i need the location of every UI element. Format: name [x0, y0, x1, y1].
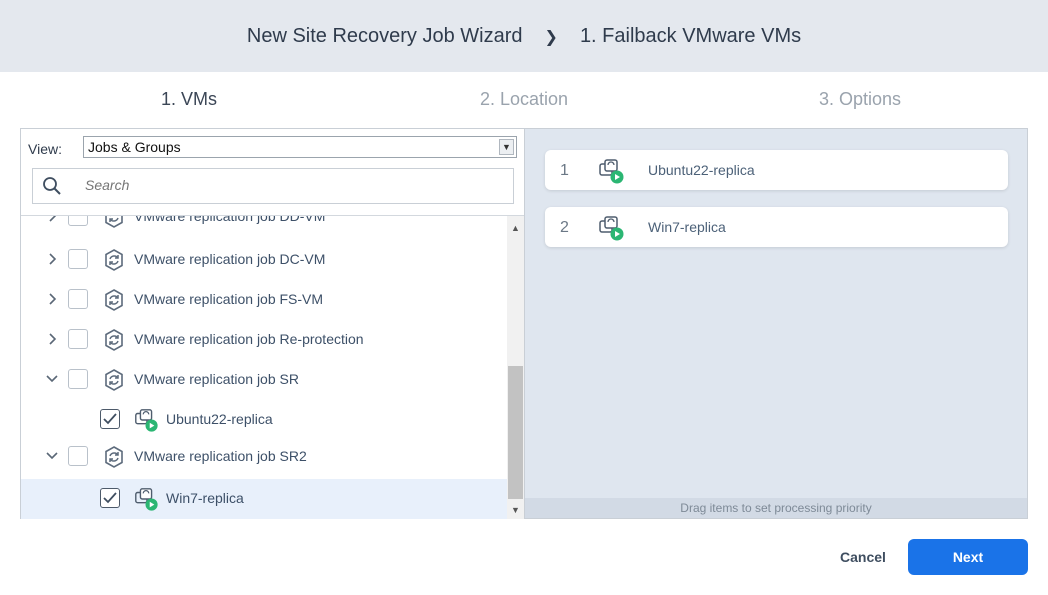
job-tree: VMware replication job DD-VM VMware repl…: [21, 216, 507, 519]
replication-job-icon: [105, 329, 123, 351]
checkbox[interactable]: [68, 446, 88, 466]
selected-vm-label: Win7-replica: [648, 219, 726, 235]
checkbox[interactable]: [68, 369, 88, 389]
scroll-down-icon[interactable]: ▼: [507, 502, 524, 519]
checkmark-icon: [103, 413, 117, 425]
selected-vms-panel: 1 Ubuntu22-replica 2 Win7-replica Drag i…: [524, 128, 1028, 519]
wizard-title: New Site Recovery Job Wizard: [246, 24, 523, 47]
cancel-button[interactable]: Cancel: [826, 539, 900, 575]
tree-row-label: VMware replication job DD-VM: [134, 216, 326, 224]
priority-number: 2: [560, 219, 569, 236]
tree-scrollbar[interactable]: ▲ ▼: [507, 216, 524, 519]
tree-row-label: VMware replication job SR2: [134, 448, 307, 464]
checkbox-checked[interactable]: [100, 409, 120, 429]
tree-row-label: Ubuntu22-replica: [166, 411, 273, 427]
vm-replica-icon: [599, 159, 624, 184]
vm-replica-icon: [135, 409, 158, 432]
chevron-right-icon[interactable]: [46, 216, 60, 223]
replication-job-icon: [105, 289, 123, 311]
checkbox[interactable]: [68, 249, 88, 269]
selected-vm-card[interactable]: 1 Ubuntu22-replica: [545, 150, 1008, 190]
replication-job-icon: [105, 446, 123, 468]
drag-hint: Drag items to set processing priority: [525, 498, 1027, 518]
checkmark-icon: [103, 492, 117, 504]
vm-replica-icon: [599, 216, 624, 241]
tree-row-job[interactable]: VMware replication job Re-protection: [21, 320, 507, 358]
chevron-down-icon[interactable]: [45, 449, 59, 463]
tree-row-vm[interactable]: Ubuntu22-replica: [21, 400, 507, 438]
step-location[interactable]: 2. Location: [480, 89, 568, 110]
tree-row-job[interactable]: VMware replication job DD-VM: [21, 216, 507, 235]
vm-replica-icon: [135, 488, 158, 511]
priority-number: 1: [560, 162, 569, 179]
view-select[interactable]: Jobs & Groups ▼: [83, 136, 517, 158]
wizard-header: New Site Recovery Job Wizard ❯ 1. Failba…: [0, 0, 1048, 72]
chevron-right-icon[interactable]: [46, 292, 60, 306]
view-select-value: Jobs & Groups: [88, 139, 181, 155]
scrollbar-thumb[interactable]: [508, 366, 523, 499]
tree-row-vm-selected[interactable]: Win7-replica: [21, 479, 507, 519]
tree-row-label: Win7-replica: [166, 490, 244, 506]
checkbox-checked[interactable]: [100, 488, 120, 508]
selected-vm-label: Ubuntu22-replica: [648, 162, 755, 178]
replication-job-icon: [105, 216, 123, 228]
search-input[interactable]: [85, 177, 485, 193]
tree-row-job[interactable]: VMware replication job FS-VM: [21, 280, 507, 318]
chevron-down-icon[interactable]: [45, 372, 59, 386]
replication-job-icon: [105, 249, 123, 271]
selected-vm-card[interactable]: 2 Win7-replica: [545, 207, 1008, 247]
checkbox[interactable]: [68, 289, 88, 309]
tree-row-label: VMware replication job DC-VM: [134, 251, 326, 267]
checkbox[interactable]: [68, 329, 88, 349]
view-label: View:: [28, 141, 62, 157]
step-title: 1. Failback VMware VMs: [579, 24, 802, 47]
step-options[interactable]: 3. Options: [819, 89, 901, 110]
wizard-steps: 1. VMs 2. Location 3. Options: [0, 89, 1048, 113]
chevron-right-icon[interactable]: [46, 332, 60, 346]
replication-job-icon: [105, 369, 123, 391]
chevron-right-icon[interactable]: [46, 252, 60, 266]
breadcrumb-chevron-icon: ❯: [544, 29, 558, 46]
tree-row-job[interactable]: VMware replication job DC-VM: [21, 240, 507, 278]
tree-row-label: VMware replication job FS-VM: [134, 291, 324, 307]
tree-row-job[interactable]: VMware replication job SR: [21, 360, 507, 398]
checkbox[interactable]: [68, 216, 88, 226]
tree-row-job[interactable]: VMware replication job SR2: [21, 437, 507, 475]
search-field[interactable]: [32, 168, 514, 204]
tree-row-label: VMware replication job Re-protection: [134, 331, 364, 347]
step-vms[interactable]: 1. VMs: [161, 89, 217, 110]
vm-selection-panel: View: Jobs & Groups ▼ VMware replication…: [20, 128, 524, 519]
chevron-down-icon[interactable]: ▼: [499, 139, 514, 155]
tree-row-label: VMware replication job SR: [134, 371, 299, 387]
next-button[interactable]: Next: [908, 539, 1028, 575]
search-icon: [43, 177, 61, 195]
scroll-up-icon[interactable]: ▲: [507, 220, 524, 237]
